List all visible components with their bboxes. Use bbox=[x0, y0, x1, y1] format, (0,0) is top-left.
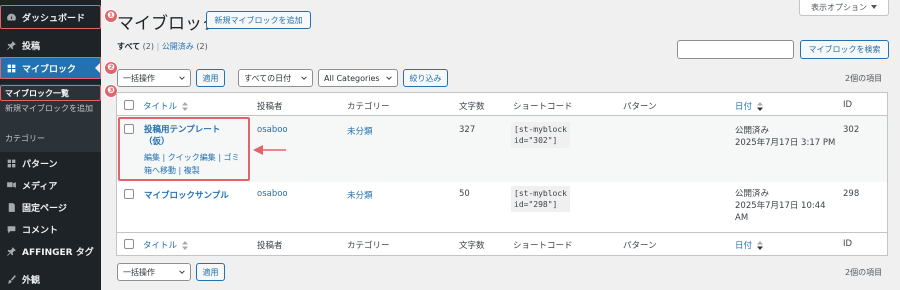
sidebar-item-label: コメント bbox=[22, 225, 59, 236]
row-shortcode: [st-myblock id="302"] bbox=[511, 122, 570, 148]
highlight-dashboard bbox=[0, 5, 101, 29]
sidebar-item-comments[interactable]: コメント bbox=[0, 218, 101, 240]
admin-sidebar: ダッシュボード 投稿 マイブロック マイブロック一覧 新規マイブロックを追加 カ… bbox=[0, 0, 101, 290]
add-new-myblock-button[interactable]: 新規マイブロックを追加 bbox=[206, 11, 311, 29]
sort-desc-icon bbox=[756, 241, 763, 250]
submenu-item-add-new[interactable]: 新規マイブロックを追加 bbox=[5, 103, 99, 114]
column-pattern-footer: パターン bbox=[623, 241, 657, 251]
sidebar-item-label: AFFINGER タグ bbox=[22, 247, 94, 258]
search-input[interactable] bbox=[677, 40, 794, 59]
sidebar-item-pages[interactable]: 固定ページ bbox=[0, 196, 101, 218]
highlight-row-actions bbox=[118, 117, 250, 181]
column-author-footer: 投稿者 bbox=[257, 241, 283, 251]
chevron-down-icon bbox=[386, 76, 392, 80]
row-author-link[interactable]: osaboo bbox=[257, 189, 288, 199]
sidebar-item-media[interactable]: メディア bbox=[0, 174, 101, 196]
sidebar-item-label: 外観 bbox=[22, 275, 41, 286]
pin-icon bbox=[0, 246, 22, 257]
sidebar-item-label: 投稿 bbox=[22, 41, 41, 52]
chevron-down-icon bbox=[179, 76, 185, 80]
row-char-count: 327 bbox=[459, 125, 476, 135]
pin-icon bbox=[0, 40, 22, 51]
column-pattern-header: パターン bbox=[623, 102, 657, 112]
sidebar-item-appearance[interactable]: 外観 bbox=[0, 268, 101, 290]
column-title-footer[interactable]: タイトル bbox=[143, 239, 188, 251]
sort-desc-icon bbox=[756, 102, 763, 111]
submenu-item-category[interactable]: カテゴリー bbox=[5, 133, 99, 144]
chevron-down-icon bbox=[301, 76, 307, 80]
column-shortcode-header: ショートコード bbox=[513, 102, 573, 112]
column-id-header: ID bbox=[843, 100, 853, 110]
date-filter-value: すべての日付 bbox=[244, 73, 292, 83]
row-id: 298 bbox=[843, 189, 860, 199]
sort-icon bbox=[181, 102, 188, 111]
row-char-count: 50 bbox=[459, 189, 470, 199]
items-count-bottom: 2個の項目 bbox=[845, 268, 883, 277]
row-shortcode: [st-myblock id="298"] bbox=[511, 186, 570, 212]
view-all-count: (2) bbox=[142, 42, 155, 51]
column-date-footer[interactable]: 日付 bbox=[735, 239, 763, 251]
column-shortcode-footer: ショートコード bbox=[513, 241, 573, 251]
sidebar-item-label: 固定ページ bbox=[22, 203, 67, 214]
select-all-checkbox[interactable] bbox=[124, 100, 134, 110]
bulk-action-value: 一括操作 bbox=[123, 73, 155, 83]
sidebar-item-label: パターン bbox=[22, 159, 58, 170]
select-all-checkbox-footer[interactable] bbox=[124, 239, 134, 249]
row-id: 302 bbox=[843, 125, 860, 135]
items-count-top: 2個の項目 bbox=[845, 74, 883, 83]
row-title-link[interactable]: マイブロックサンプル bbox=[144, 189, 229, 201]
view-all-link[interactable]: すべて bbox=[117, 42, 140, 51]
sidebar-item-label: メディア bbox=[22, 181, 58, 192]
brush-icon bbox=[0, 274, 22, 285]
row-checkbox[interactable] bbox=[124, 189, 134, 199]
chevron-down-icon bbox=[179, 270, 185, 274]
column-chars-header: 文字数 bbox=[459, 102, 485, 112]
bulk-action-select-bottom[interactable]: 一括操作 bbox=[117, 263, 191, 281]
bulk-apply-button[interactable]: 適用 bbox=[196, 69, 225, 87]
row-category-link[interactable]: 未分類 bbox=[347, 125, 373, 137]
media-icon bbox=[0, 180, 22, 191]
bulk-action-value: 一括操作 bbox=[123, 267, 155, 277]
screen-options-label: 表示オプション bbox=[811, 3, 867, 12]
bulk-action-select[interactable]: 一括操作 bbox=[117, 69, 191, 87]
pattern-icon bbox=[0, 158, 22, 169]
column-author-header: 投稿者 bbox=[257, 102, 283, 112]
caret-down-icon bbox=[871, 3, 877, 12]
column-chars-footer: 文字数 bbox=[459, 241, 485, 251]
row-author-link[interactable]: osaboo bbox=[257, 125, 288, 135]
sidebar-item-affinger-tag[interactable]: AFFINGER タグ bbox=[0, 240, 101, 262]
date-filter-select[interactable]: すべての日付 bbox=[238, 69, 313, 87]
category-filter-select[interactable]: All Categories bbox=[318, 69, 398, 87]
annotation-badge-2: ❷ bbox=[104, 61, 118, 75]
column-title-header[interactable]: タイトル bbox=[143, 100, 188, 112]
column-date-header[interactable]: 日付 bbox=[735, 100, 763, 112]
view-published-link[interactable]: 公開済み bbox=[162, 42, 194, 51]
sort-icon bbox=[181, 241, 188, 250]
column-category-footer: カテゴリー bbox=[347, 241, 390, 251]
sidebar-item-patterns[interactable]: パターン bbox=[0, 152, 101, 174]
category-filter-value: All Categories bbox=[324, 73, 380, 83]
row-category-link[interactable]: 未分類 bbox=[347, 189, 373, 201]
filter-button[interactable]: 絞り込み bbox=[403, 69, 448, 87]
page-title: マイブロック bbox=[117, 14, 219, 34]
column-category-header: カテゴリー bbox=[347, 102, 390, 112]
view-filters: すべて (2) | 公開済み (2) bbox=[117, 42, 208, 51]
footer-divider bbox=[117, 232, 887, 233]
screen-options-button[interactable]: 表示オプション bbox=[799, 0, 889, 16]
pages-icon bbox=[0, 202, 22, 213]
column-id-footer: ID bbox=[843, 239, 853, 249]
comments-icon bbox=[0, 224, 22, 235]
view-published-count: (2) bbox=[196, 42, 208, 51]
row-date: 公開済み 2025年7月17日 3:17 PM bbox=[735, 126, 836, 148]
sidebar-item-posts[interactable]: 投稿 bbox=[0, 34, 101, 56]
bulk-apply-button-bottom[interactable]: 適用 bbox=[196, 263, 225, 281]
highlight-myblock bbox=[0, 57, 101, 79]
search-button[interactable]: マイブロックを検索 bbox=[800, 40, 889, 59]
annotation-badge-1: ❶ bbox=[104, 9, 118, 23]
highlight-myblock-list bbox=[0, 85, 101, 101]
row-date: 公開済み 2025年7月17日 10:44 AM bbox=[735, 189, 826, 223]
annotation-arrow-icon bbox=[253, 145, 286, 155]
